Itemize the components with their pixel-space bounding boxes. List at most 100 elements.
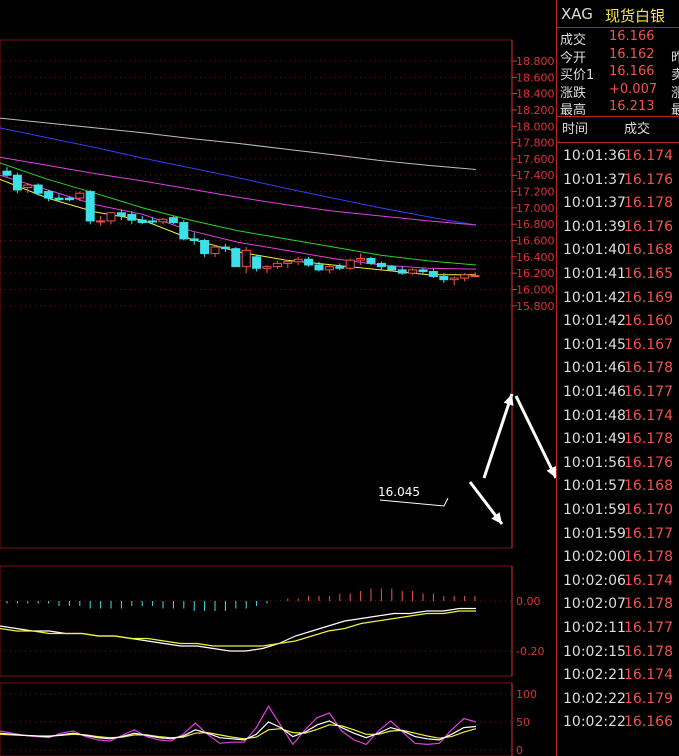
candle-body [387, 266, 397, 271]
tick-time: 10:01:45 [563, 336, 626, 353]
tick-row[interactable]: 10:01:59 16.170 [557, 502, 679, 525]
tick-price: 16.168 [624, 242, 673, 259]
price-axis: 18.800 18.600 18.400 18.200 18.000 17.800 17.6… [511, 40, 555, 548]
tick-row[interactable]: 10:02:21 16.174 [557, 667, 679, 690]
tick-time: 10:02:21 [563, 667, 626, 684]
candle-body [366, 257, 376, 264]
tick-price: 16.160 [624, 313, 673, 330]
tick-price: 16.167 [624, 336, 673, 353]
ma-line [0, 117, 477, 170]
ticks-header-price: 成交 [624, 122, 651, 137]
quote-panel: XAG 现货白银 成交 16.166 今开 16.162 昨买价1 16.166 卖涨跌 +0… [556, 0, 679, 756]
quote-row: 今开 16.162 昨 [557, 47, 679, 66]
quote-label: 今开 [560, 50, 587, 66]
price-tick-label: 16.600 [516, 235, 555, 248]
tick-price: 16.170 [624, 502, 673, 518]
quote-value: 16.166 [609, 29, 655, 44]
tick-time: 10:01:57 [563, 478, 626, 495]
price-tick-label: 18.400 [516, 88, 555, 101]
tick-time: 10:01:39 [563, 218, 626, 235]
candle-body [189, 238, 199, 242]
candle-body [356, 257, 366, 261]
tick-row[interactable]: 10:01:36 16.174 [557, 148, 679, 171]
arrow-head [503, 394, 514, 406]
tick-row[interactable]: 10:01:57 16.168 [557, 478, 679, 501]
tick-row[interactable]: 10:01:39 16.176 [557, 219, 679, 242]
tick-row[interactable]: 10:01:42 16.160 [557, 313, 679, 336]
tick-row[interactable]: 10:01:37 16.176 [557, 172, 679, 195]
tick-price: 16.178 [624, 195, 673, 212]
tick-price: 16.179 [624, 690, 673, 707]
tick-row[interactable]: 10:01:46 16.177 [557, 384, 679, 407]
quote-row: 成交 16.166 [557, 29, 679, 48]
overlay-arrows [379, 393, 556, 525]
candle-body [220, 246, 230, 250]
price-tick-label: 17.800 [516, 137, 555, 150]
tick-price: 16.176 [624, 454, 673, 471]
candle-body [96, 220, 106, 223]
tick-row[interactable]: 10:01:46 16.178 [557, 360, 679, 383]
tick-row[interactable]: 10:01:48 16.174 [557, 408, 679, 431]
candle-body [241, 249, 251, 268]
candle-body [345, 259, 355, 269]
tick-price: 16.177 [624, 384, 673, 400]
tick-row[interactable]: 10:02:06 16.174 [557, 573, 679, 596]
candle-body [158, 218, 168, 223]
candle-body [428, 271, 438, 277]
tick-row[interactable]: 10:02:22 16.166 [557, 714, 679, 737]
candle-body [293, 258, 303, 263]
tick-row[interactable]: 10:01:41 16.165 [557, 266, 679, 289]
candle-body [54, 197, 64, 201]
candle-body [262, 266, 272, 269]
price-tick-label: 18.000 [516, 120, 555, 133]
tick-row[interactable]: 10:01:49 16.178 [557, 431, 679, 454]
tick-row[interactable]: 10:02:07 16.178 [557, 596, 679, 619]
candle-body [408, 269, 418, 274]
candle-body [210, 246, 220, 255]
tick-time: 10:02:00 [563, 549, 626, 566]
tick-time: 10:02:11 [563, 620, 626, 636]
candle-body [168, 217, 178, 224]
tick-time: 10:01:40 [563, 242, 626, 259]
price-tick-label: 17.600 [516, 153, 555, 166]
quote-extra-label: 涨 [671, 85, 679, 101]
candle-body [418, 269, 428, 273]
quote-value: 16.213 [609, 99, 655, 114]
tick-row[interactable]: 10:01:42 16.169 [557, 290, 679, 313]
tick-row[interactable]: 10:02:22 16.179 [557, 691, 679, 714]
tick-row[interactable]: 10:01:56 16.176 [557, 455, 679, 478]
tick-price: 16.169 [624, 289, 673, 306]
chart-area[interactable]: 18.800 18.600 18.400 18.200 18.000 17.800 17.6… [0, 0, 556, 756]
ma-line [0, 127, 477, 226]
divider [557, 116, 679, 117]
tick-time: 10:01:48 [563, 407, 626, 424]
tick-row[interactable]: 10:01:59 16.177 [557, 526, 679, 549]
tick-time: 10:01:42 [563, 289, 626, 306]
tick-row[interactable]: 10:01:40 16.168 [557, 242, 679, 265]
tick-time: 10:02:07 [563, 596, 626, 613]
tick-time: 10:01:37 [563, 195, 626, 212]
quote-row: 最高 16.213 最 [557, 99, 679, 118]
candle-body [460, 274, 470, 279]
tick-price: 16.168 [624, 478, 673, 495]
quote-value: 16.166 [609, 64, 655, 79]
candle-body [75, 192, 85, 199]
tick-row[interactable]: 10:01:45 16.167 [557, 337, 679, 360]
price-tick-label: 18.800 [516, 55, 555, 68]
tick-time: 10:02:06 [563, 572, 626, 589]
tick-row[interactable]: 10:02:15 16.178 [557, 644, 679, 667]
tick-time: 10:01:46 [563, 360, 626, 377]
tick-time: 10:01:56 [563, 454, 626, 471]
tick-row[interactable]: 10:02:11 16.177 [557, 620, 679, 643]
tick-price: 16.178 [624, 360, 673, 377]
tick-price: 16.178 [624, 643, 673, 660]
tick-row[interactable]: 10:01:37 16.178 [557, 195, 679, 218]
divider [557, 142, 679, 143]
tick-row[interactable]: 10:02:00 16.178 [557, 549, 679, 572]
candle-body [324, 266, 334, 271]
tick-price: 16.178 [624, 596, 673, 613]
candle-body [137, 219, 147, 224]
kdj-panel: 100 50 0 [0, 682, 537, 756]
candle-body [2, 170, 12, 176]
candle-body [64, 197, 74, 201]
